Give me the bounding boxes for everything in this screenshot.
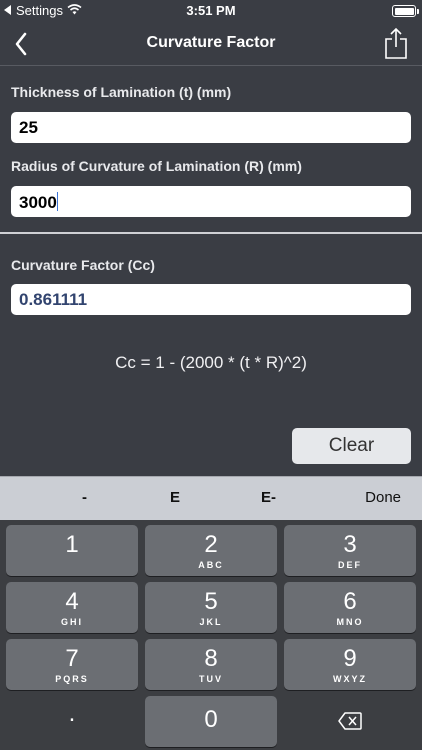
key-letters: ABC xyxy=(198,560,224,570)
key-letters: MNO xyxy=(336,617,364,627)
key-digit: 7 xyxy=(65,645,79,672)
number-keypad: 1 2 ABC 3 DEF 4 GHI 5 JKL 6 MNO 7 PQRS 8… xyxy=(0,520,422,750)
key-letters: TUV xyxy=(199,674,223,684)
key-digit: 2 xyxy=(204,531,218,558)
key-3[interactable]: 3 DEF xyxy=(284,525,416,576)
key-digit: 3 xyxy=(343,531,357,558)
key-digit: 5 xyxy=(204,588,218,615)
key-digit: 6 xyxy=(343,588,357,615)
key-digit: 0 xyxy=(204,706,218,733)
key-digit: 1 xyxy=(65,531,79,558)
formula-text: Cc = 1 - (2000 * (t * R)^2) xyxy=(115,353,307,372)
clear-button[interactable]: Clear xyxy=(292,428,411,464)
key-5[interactable]: 5 JKL xyxy=(145,582,277,633)
key-1[interactable]: 1 xyxy=(6,525,138,576)
key-7[interactable]: 7 PQRS xyxy=(6,639,138,690)
key-letters: GHI xyxy=(60,617,83,627)
radius-value: 3000 xyxy=(19,193,57,212)
key-0[interactable]: 0 xyxy=(145,696,277,747)
keyboard-accessory-bar: - E E- Done xyxy=(0,476,422,520)
key-letters: DEF xyxy=(338,560,362,570)
share-icon[interactable] xyxy=(382,26,410,60)
key-6[interactable]: 6 MNO xyxy=(284,582,416,633)
key-digit: 9 xyxy=(343,645,357,672)
status-bar: Settings 3:51 PM xyxy=(0,0,422,22)
thickness-label: Thickness of Lamination (t) (mm) xyxy=(11,84,232,100)
radius-label: Radius of Curvature of Lamination (R) (m… xyxy=(11,158,302,174)
backspace-icon xyxy=(338,712,362,735)
minus-key[interactable]: - xyxy=(82,489,87,506)
decimal-key[interactable]: . xyxy=(6,694,138,745)
key-letters: PQRS xyxy=(55,674,89,684)
battery-icon xyxy=(392,5,419,17)
done-button[interactable]: Done xyxy=(365,489,401,506)
negative-exponent-key[interactable]: E- xyxy=(261,489,276,506)
key-4[interactable]: 4 GHI xyxy=(6,582,138,633)
key-letters: WXYZ xyxy=(333,674,367,684)
nav-bar: Curvature Factor xyxy=(0,22,422,66)
backspace-key[interactable] xyxy=(284,694,416,745)
text-caret xyxy=(56,192,58,211)
section-divider xyxy=(0,232,422,234)
key-digit: 8 xyxy=(204,645,218,672)
result-field[interactable]: 0.861111 xyxy=(11,284,411,315)
key-9[interactable]: 9 WXYZ xyxy=(284,639,416,690)
page-title: Curvature Factor xyxy=(146,34,276,51)
exponent-key[interactable]: E xyxy=(170,489,180,506)
thickness-input[interactable]: 25 xyxy=(11,112,411,143)
result-label: Curvature Factor (Cc) xyxy=(11,257,155,273)
key-2[interactable]: 2 ABC xyxy=(145,525,277,576)
status-time: 3:51 PM xyxy=(186,3,236,18)
key-letters: JKL xyxy=(199,617,223,627)
key-digit: 4 xyxy=(65,588,79,615)
radius-input[interactable]: 3000 xyxy=(11,186,411,217)
key-8[interactable]: 8 TUV xyxy=(145,639,277,690)
